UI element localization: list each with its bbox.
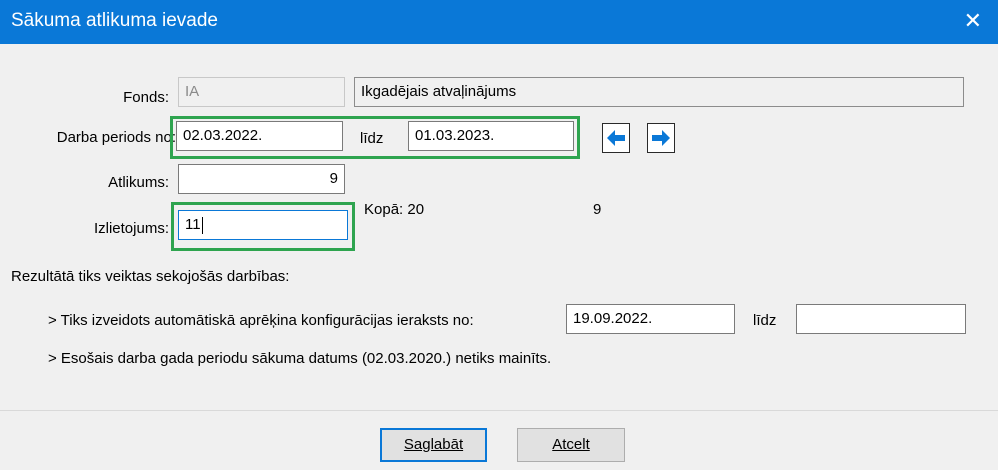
fonds-label: Fonds: bbox=[123, 89, 169, 106]
fonds-code-field: IA bbox=[178, 77, 345, 107]
window-title: Sākuma atlikuma ievade bbox=[11, 10, 218, 31]
arrow-left-icon bbox=[607, 130, 625, 146]
result-line-2: > Esošais darba gada periodu sākuma datu… bbox=[48, 350, 552, 367]
period-to-input[interactable]: 01.03.2023. bbox=[408, 121, 574, 151]
period-from-input[interactable]: 02.03.2022. bbox=[176, 121, 343, 151]
period-to-label: līdz bbox=[360, 130, 384, 147]
next-period-button[interactable] bbox=[647, 123, 675, 153]
atlikums-input[interactable]: 9 bbox=[178, 164, 345, 194]
save-button[interactable]: Saglabāt bbox=[380, 428, 487, 462]
close-icon[interactable]: ✕ bbox=[964, 9, 982, 33]
fonds-name-field: Ikgadējais atvaļinājums bbox=[354, 77, 964, 107]
kopa-label: Kopā: 20 bbox=[364, 201, 425, 218]
atlikums-label: Atlikums: bbox=[108, 174, 169, 191]
title-bar: Sākuma atlikuma ievade ✕ bbox=[0, 0, 998, 44]
izlietojums-input[interactable]: 11 bbox=[178, 210, 348, 240]
period-from-label: Darba periods no: bbox=[56, 129, 176, 146]
cancel-button[interactable]: Atcelt bbox=[517, 428, 625, 462]
arrow-right-icon bbox=[652, 130, 670, 146]
result-line-1: > Tiks izveidots automātiskā aprēķina ko… bbox=[48, 312, 474, 329]
save-button-label: Saglabāt bbox=[403, 436, 464, 453]
footer bbox=[0, 411, 998, 470]
cancel-button-label: Atcelt bbox=[552, 436, 590, 453]
previous-period-button[interactable] bbox=[602, 123, 630, 153]
config-to-input[interactable] bbox=[796, 304, 966, 334]
izlietojums-value: 11 bbox=[185, 216, 201, 233]
kopa-value: 9 bbox=[593, 201, 602, 218]
config-to-label: līdz bbox=[753, 312, 777, 329]
text-caret bbox=[201, 216, 203, 234]
config-from-input[interactable]: 19.09.2022. bbox=[566, 304, 735, 334]
results-heading: Rezultātā tiks veiktas sekojošās darbība… bbox=[11, 268, 290, 285]
izlietojums-label: Izlietojums: bbox=[93, 220, 169, 237]
